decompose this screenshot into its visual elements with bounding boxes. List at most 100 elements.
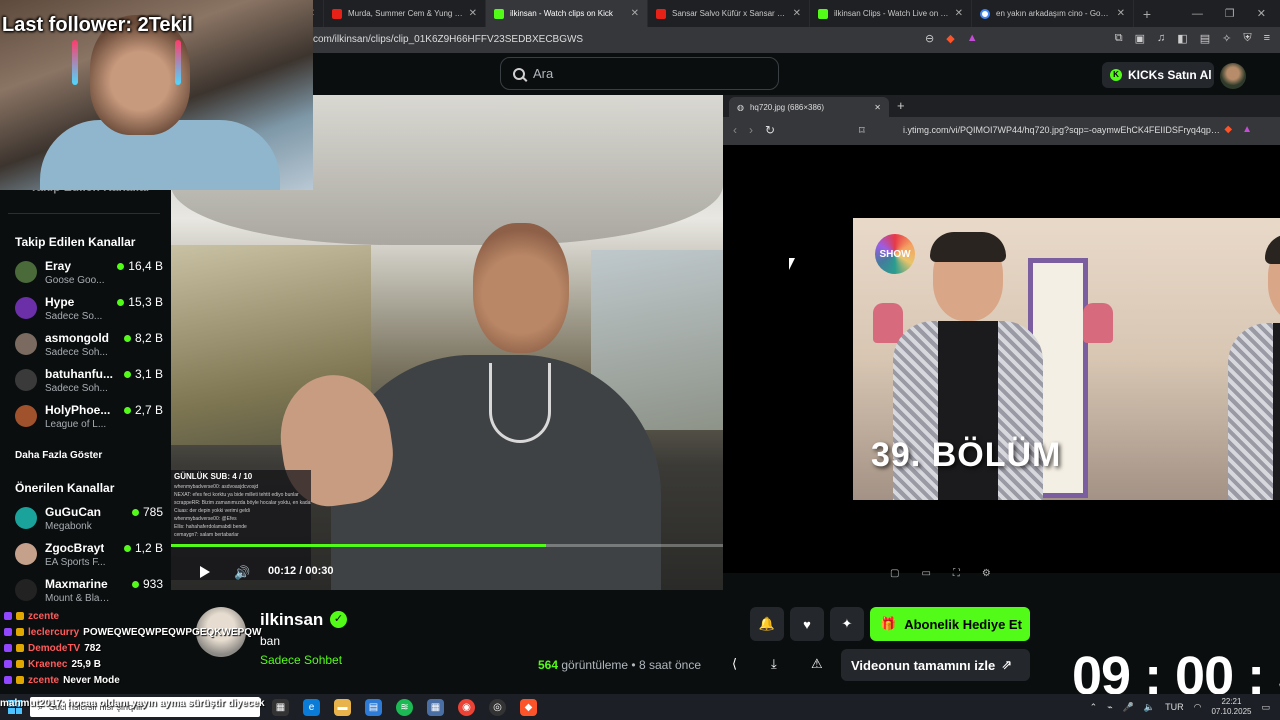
new-tab-button[interactable]: + <box>1134 6 1160 22</box>
volume-icon[interactable]: 🔊 <box>234 565 250 581</box>
headphone-light <box>175 40 181 85</box>
chat-message: 782 <box>84 642 101 654</box>
close-tab-icon[interactable]: ✕ <box>631 8 639 19</box>
live-dot-icon <box>123 370 131 378</box>
back-icon[interactable]: ‹ <box>733 123 737 137</box>
sidebar-channel-item[interactable]: HolyPhoe... League of L... 2,7 B <box>15 403 163 439</box>
sparkle-icon: ✦ <box>841 616 853 631</box>
obs-icon[interactable]: ◎ <box>489 698 506 716</box>
tray-arrow-icon[interactable]: ⌃ <box>1090 702 1098 713</box>
stream-chat-line: whenmybadverse00: @Efes <box>174 516 237 522</box>
screenshot-icon[interactable]: ▣ <box>1135 32 1145 45</box>
brave-browser-icon[interactable]: ◆ <box>520 698 537 716</box>
gift-subscription-button[interactable]: 🎁 Abonelik Hediye Et <box>870 607 1030 641</box>
file-explorer-icon[interactable]: ▬ <box>334 698 351 716</box>
brave-rewards-icon[interactable]: ▲ <box>967 32 978 45</box>
task-view-icon[interactable]: ▦ <box>272 698 289 716</box>
notification-center-icon[interactable]: ▭ <box>1261 702 1270 713</box>
chat-username: DemodeTV <box>28 642 81 654</box>
user-avatar[interactable] <box>1220 63 1246 89</box>
url-text[interactable]: com/ilkinsan/clips/clip_01K6Z9H66HFFV23S… <box>313 34 583 45</box>
maximize-icon[interactable]: ❐ <box>1225 7 1235 20</box>
zoom-icon[interactable]: ⊖ <box>925 32 934 45</box>
sidebar-channel-item[interactable]: GuGuCan Megabonk 785 <box>15 505 163 541</box>
chat-username: zcente <box>28 610 60 622</box>
hair <box>1265 234 1280 264</box>
sidebar-channel-item[interactable]: ZgocBrayt EA Sports F... 1,2 B <box>15 541 163 577</box>
network-icon[interactable]: ⌁ <box>1107 702 1112 713</box>
browser-tab[interactable]: ilkinsan Clips - Watch Live on Kick ✕ <box>810 0 972 27</box>
report-icon[interactable]: ⚠ <box>811 656 823 672</box>
popup-tab[interactable]: ◍ hq720.jpg (686×386) ✕ <box>729 97 889 117</box>
chat-message: 25,9 B <box>71 658 101 670</box>
close-tab-icon[interactable]: ✕ <box>793 8 801 19</box>
taskbar-clock[interactable]: 22:21 07.10.2025 <box>1211 697 1251 717</box>
close-tab-icon[interactable]: ✕ <box>955 8 963 19</box>
minimize-icon[interactable]: — <box>1192 8 1203 20</box>
forward-icon[interactable]: › <box>749 123 753 137</box>
thumbnail-image: SHOW 39. BÖLÜM <box>853 218 1280 500</box>
play-icon[interactable] <box>200 566 210 578</box>
speaker-icon[interactable]: 🔈 <box>1144 702 1155 713</box>
close-tab-icon[interactable]: ✕ <box>874 103 881 112</box>
follow-button[interactable]: ♥ <box>790 607 824 641</box>
buy-kicks-button[interactable]: K KICKs Satın Al <box>1102 62 1214 88</box>
edge-icon[interactable]: e <box>303 698 320 716</box>
mic-icon[interactable]: 🎤 <box>1123 702 1134 713</box>
heart-icon: ♥ <box>803 616 811 632</box>
sidebar-toggle-icon[interactable]: ◧ <box>1177 32 1187 45</box>
time-ago: 8 saat önce <box>638 658 702 672</box>
brave-shield-icon[interactable]: ◆ <box>1224 124 1232 135</box>
spotify-icon[interactable]: ≋ <box>396 698 413 716</box>
toolbar-icons: ⧉ ▣ ♫ ◧ ▤ ✧ ⛨ ≡ <box>1115 32 1270 45</box>
show-more-button[interactable]: Daha Fazla Göster <box>15 450 102 461</box>
sidebar-channel-item[interactable]: batuhanfu... Sadece Soh... 3,1 B <box>15 367 163 403</box>
chrome-icon[interactable]: ◉ <box>458 698 475 716</box>
close-tab-icon[interactable]: ✕ <box>1117 8 1125 19</box>
menu-icon[interactable]: ≡ <box>1264 32 1270 45</box>
brave-rewards-icon[interactable]: ▲ <box>1242 124 1252 135</box>
sidebar-channel-item[interactable]: asmongold Sadece Soh... 8,2 B <box>15 331 163 367</box>
notification-button[interactable]: 🔔 <box>750 607 784 641</box>
extensions-icon[interactable]: ⧉ <box>1115 32 1123 45</box>
close-tab-icon[interactable]: ✕ <box>469 8 477 19</box>
wallet-icon[interactable]: ▤ <box>1200 32 1210 45</box>
watch-full-video-button[interactable]: Videonun tamamını izle ⇗ <box>841 649 1030 681</box>
store-icon[interactable]: ▤ <box>365 698 382 716</box>
browser-tab[interactable]: Sansar Salvo Küfür x Sansar Salvo Bo ✕ <box>648 0 810 27</box>
reload-icon[interactable]: ↻ <box>765 123 775 137</box>
sub-badge-icon <box>4 612 12 620</box>
live-dot-icon <box>117 262 125 270</box>
boost-button[interactable]: ✦ <box>830 607 864 641</box>
stream-chat-line: NEXAT: efes feci korktu ya bide milleti … <box>174 492 299 498</box>
browser-tab[interactable]: ilkinsan - Watch clips on Kick ✕ <box>486 0 648 27</box>
vpn-icon[interactable]: ⛨ <box>1243 32 1251 45</box>
bookmark-icon[interactable]: ⌑ <box>859 124 865 137</box>
thumbnail-person-right <box>1213 234 1280 500</box>
gift-icon: 🎁 <box>880 616 897 631</box>
sidebar-channel-item[interactable]: Hype Sadece So... 15,3 B <box>15 295 163 331</box>
language-indicator[interactable]: TUR <box>1165 702 1184 712</box>
system-tray: ⌃ ⌁ 🎤 🔈 TUR ◠ 22:21 07.10.2025 ▭ <box>1090 697 1270 717</box>
share-icon[interactable]: ⟨ <box>732 656 737 672</box>
calculator-icon[interactable]: ▦ <box>427 698 444 716</box>
theater-icon[interactable]: ▭ <box>921 568 930 579</box>
video-progress-bar[interactable] <box>171 544 723 547</box>
wifi-icon[interactable]: ◠ <box>1194 702 1202 713</box>
download-icon[interactable]: ⤓ <box>771 656 777 672</box>
clip-icon[interactable]: ▢ <box>890 568 899 579</box>
media-icon[interactable]: ♫ <box>1157 32 1165 45</box>
browser-tab[interactable]: Murda, Summer Cem & Yung Fe ✕ <box>324 0 486 27</box>
fullscreen-icon[interactable]: ⛶ <box>953 568 960 579</box>
sidebar-channel-category: Megabonk <box>45 521 92 532</box>
popup-url[interactable]: i.ytimg.com/vi/PQIMOI7WP44/hq720.jpg?sqp… <box>903 125 1223 135</box>
sidebar-channel-item[interactable]: Eray Goose Goo... 16,4 B <box>15 259 163 295</box>
settings-icon[interactable]: ⚙ <box>982 568 991 579</box>
popup-new-tab-button[interactable]: + <box>897 98 905 113</box>
brave-shield-icon[interactable]: ◆ <box>946 32 954 45</box>
viewer-count: 3,1 B <box>123 367 163 381</box>
search-input[interactable]: Ara <box>500 57 779 90</box>
browser-tab[interactable]: en yakın arkadaşım cino - Google'da ✕ <box>972 0 1134 27</box>
close-window-icon[interactable]: ✕ <box>1257 7 1266 20</box>
leo-icon[interactable]: ✧ <box>1222 32 1231 45</box>
